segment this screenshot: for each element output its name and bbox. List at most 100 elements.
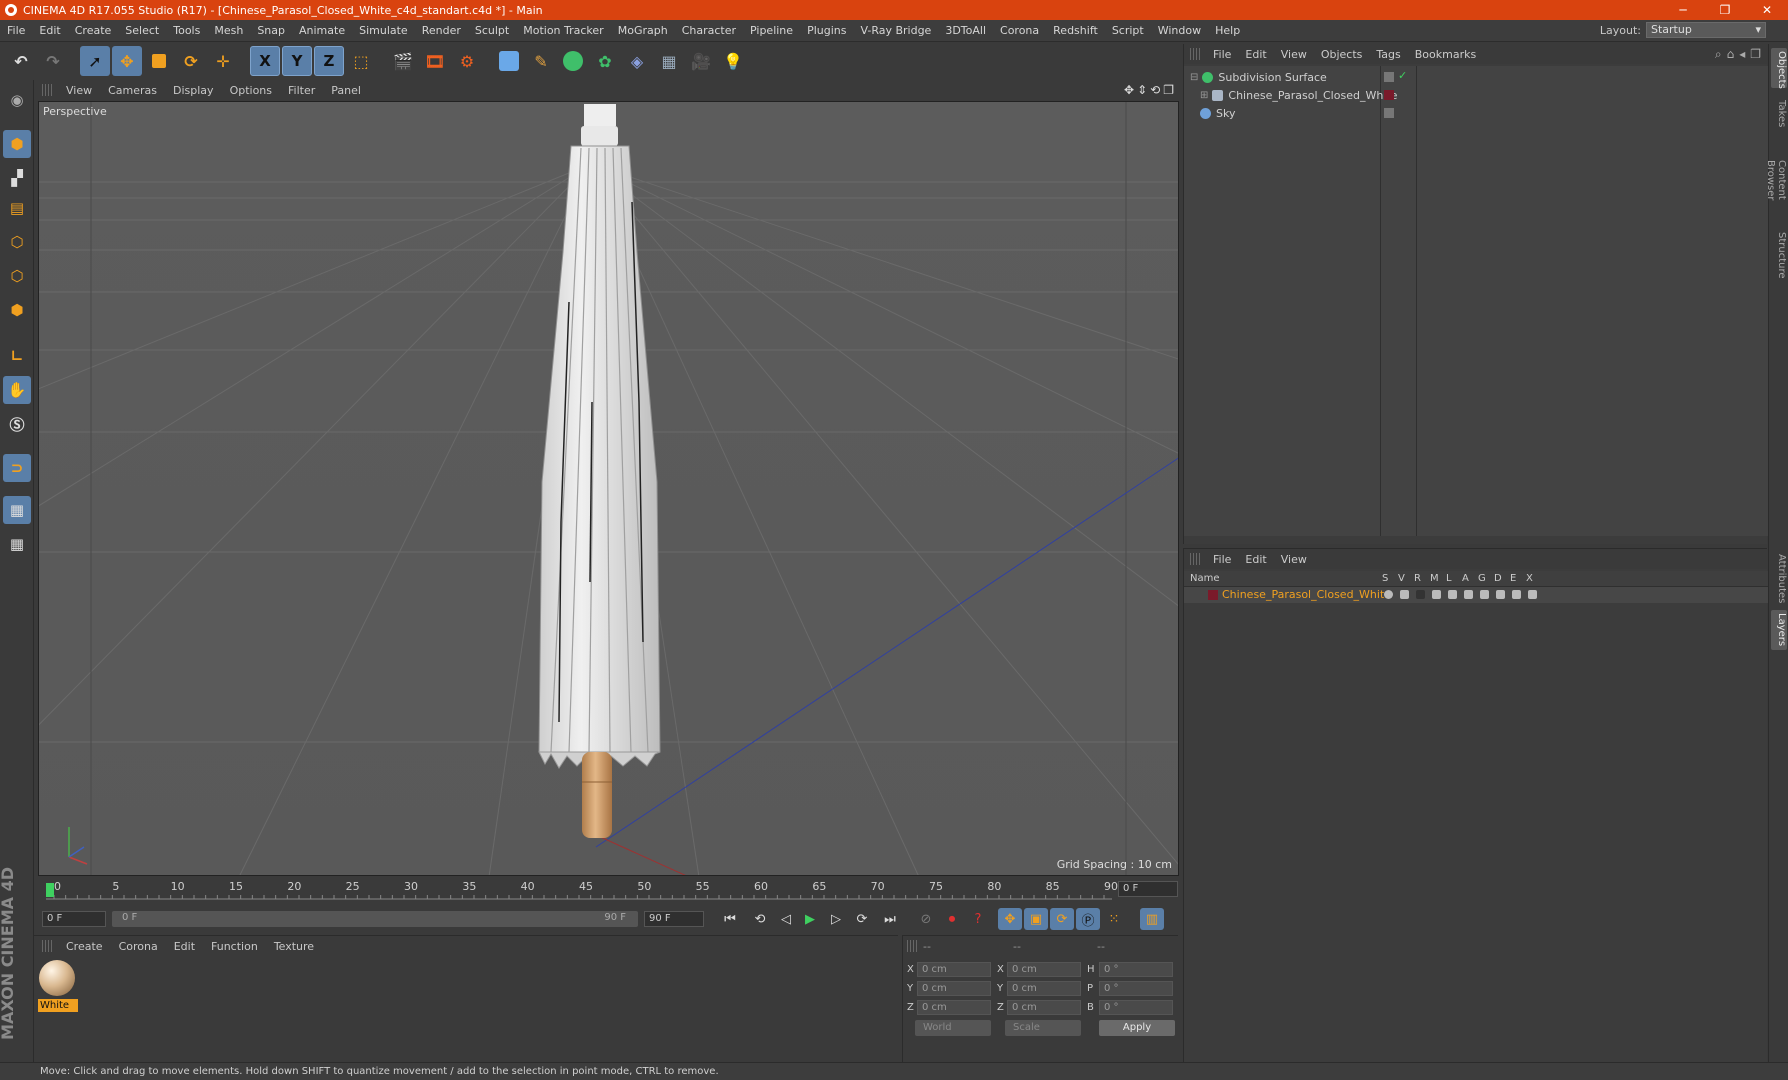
panel-grip-icon[interactable] bbox=[42, 940, 52, 952]
viewport-menu-options[interactable]: Options bbox=[222, 84, 280, 97]
layout-dropdown[interactable]: Startup bbox=[1646, 22, 1766, 38]
undo-icon[interactable]: ↶ bbox=[6, 46, 36, 76]
rotation-h-field[interactable]: 0 ° bbox=[1099, 962, 1173, 977]
menu-redshift[interactable]: Redshift bbox=[1046, 24, 1105, 37]
manager-icon[interactable] bbox=[1432, 590, 1441, 599]
select-icon[interactable]: ➚ bbox=[80, 46, 110, 76]
render-settings-icon[interactable]: ⚙ bbox=[452, 46, 482, 76]
tab-objects[interactable]: Objects bbox=[1771, 48, 1787, 89]
panel-grip-icon[interactable] bbox=[42, 84, 52, 96]
next-frame-icon[interactable]: ▷ bbox=[824, 908, 848, 930]
layer-color-icon[interactable] bbox=[1384, 90, 1394, 100]
viewport-menu-cameras[interactable]: Cameras bbox=[100, 84, 165, 97]
key-pla-icon[interactable]: ⁙ bbox=[1102, 908, 1126, 930]
menu-create[interactable]: Create bbox=[68, 24, 119, 37]
layer-col-d[interactable]: D bbox=[1494, 573, 1502, 584]
layer-menu-view[interactable]: View bbox=[1274, 553, 1314, 566]
tab-structure[interactable]: Structure bbox=[1771, 228, 1787, 282]
material-menu-corona[interactable]: Corona bbox=[111, 940, 166, 953]
home-icon[interactable]: ⌂ bbox=[1727, 47, 1735, 62]
menu-sculpt[interactable]: Sculpt bbox=[468, 24, 516, 37]
layer-col-e[interactable]: E bbox=[1510, 573, 1516, 584]
redo-icon[interactable]: ↷ bbox=[38, 46, 68, 76]
magnet-icon[interactable]: ⊃ bbox=[3, 454, 31, 482]
apply-button[interactable]: Apply bbox=[1099, 1020, 1175, 1036]
visible-icon[interactable] bbox=[1400, 590, 1409, 599]
material-menu-function[interactable]: Function bbox=[203, 940, 266, 953]
material-name-label[interactable]: White bbox=[38, 999, 78, 1012]
next-key-icon[interactable]: ⟳ bbox=[850, 908, 874, 930]
viewport-menu-view[interactable]: View bbox=[58, 84, 100, 97]
menu-help[interactable]: Help bbox=[1208, 24, 1247, 37]
material-menu-create[interactable]: Create bbox=[58, 940, 111, 953]
current-frame-field[interactable]: 0 F bbox=[1118, 881, 1178, 897]
record-off-icon[interactable]: ⊘ bbox=[914, 908, 938, 930]
menu-script[interactable]: Script bbox=[1105, 24, 1151, 37]
subdivision-icon[interactable] bbox=[558, 46, 588, 76]
minimize-button[interactable]: ─ bbox=[1662, 0, 1704, 20]
size-y-field[interactable]: 0 cm bbox=[1007, 981, 1081, 996]
enabled-check-icon[interactable]: ✓ bbox=[1398, 69, 1407, 82]
object-menu-objects[interactable]: Objects bbox=[1314, 48, 1370, 61]
menu-snap[interactable]: Snap bbox=[250, 24, 292, 37]
render-icon[interactable] bbox=[1416, 590, 1425, 599]
scale-icon[interactable] bbox=[144, 46, 174, 76]
menu-tools[interactable]: Tools bbox=[166, 24, 207, 37]
xrefs-icon[interactable] bbox=[1528, 590, 1537, 599]
menu-mograph[interactable]: MoGraph bbox=[611, 24, 675, 37]
timeline-ruler[interactable]: 0 5 10 15 20 25 30 35 40 45 50 55 60 65 70 75 80 85 90 0 F bbox=[38, 878, 1178, 902]
x-axis-button[interactable]: X bbox=[250, 46, 280, 76]
expressions-icon[interactable] bbox=[1512, 590, 1521, 599]
snap-icon[interactable]: Ⓢ bbox=[3, 410, 31, 438]
tab-attributes[interactable]: Attributes bbox=[1771, 550, 1787, 608]
object-row-subdivision-surface[interactable]: ⊟ Subdivision Surface ✓ bbox=[1184, 68, 1768, 86]
viewport-menu-panel[interactable]: Panel bbox=[323, 84, 369, 97]
menu-edit[interactable]: Edit bbox=[32, 24, 67, 37]
zoom-icon[interactable]: ⇕ bbox=[1137, 83, 1147, 97]
layer-col-a[interactable]: A bbox=[1462, 573, 1469, 584]
layer-color-swatch[interactable] bbox=[1208, 590, 1218, 600]
model-mode-icon[interactable]: ⬢ bbox=[3, 130, 31, 158]
pan-icon[interactable]: ✥ bbox=[1124, 83, 1134, 97]
panel-grip-icon[interactable] bbox=[1190, 48, 1200, 60]
coordinate-space-dropdown[interactable]: World bbox=[915, 1020, 991, 1036]
material-menu-edit[interactable]: Edit bbox=[166, 940, 203, 953]
key-scale-icon[interactable]: ▣ bbox=[1024, 908, 1048, 930]
solo-icon[interactable] bbox=[1384, 590, 1393, 599]
previous-frame-icon[interactable]: ◁ bbox=[774, 908, 798, 930]
position-x-field[interactable]: 0 cm bbox=[917, 962, 991, 977]
layer-menu-edit[interactable]: Edit bbox=[1238, 553, 1273, 566]
menu-3dtoall[interactable]: 3DToAll bbox=[938, 24, 993, 37]
layer-col-x[interactable]: X bbox=[1526, 573, 1533, 584]
panel-grip-icon[interactable] bbox=[1190, 553, 1200, 565]
autokey-icon[interactable]: ? bbox=[966, 908, 990, 930]
key-rotation-icon[interactable]: ⟳ bbox=[1050, 908, 1074, 930]
back-icon[interactable]: ◂ bbox=[1739, 47, 1745, 62]
layer-name[interactable]: Chinese_Parasol_Closed_White bbox=[1222, 588, 1391, 601]
menu-select[interactable]: Select bbox=[118, 24, 166, 37]
move-icon[interactable]: ✥ bbox=[112, 46, 142, 76]
render-view-icon[interactable]: 🎬 bbox=[388, 46, 418, 76]
animation-icon[interactable] bbox=[1464, 590, 1473, 599]
layer-tag-icon[interactable] bbox=[1384, 108, 1394, 118]
search-icon[interactable]: ⌕ bbox=[1715, 47, 1722, 62]
tab-content-browser[interactable]: Content Browser bbox=[1765, 138, 1787, 222]
array-icon[interactable]: ✿ bbox=[590, 46, 620, 76]
rotation-b-field[interactable]: 0 ° bbox=[1099, 1000, 1173, 1015]
layer-col-l[interactable]: L bbox=[1446, 573, 1452, 584]
record-icon[interactable]: ⏺ bbox=[940, 908, 964, 930]
object-row-sky[interactable]: Sky bbox=[1184, 104, 1768, 122]
menu-mesh[interactable]: Mesh bbox=[207, 24, 250, 37]
object-menu-tags[interactable]: Tags bbox=[1369, 48, 1407, 61]
object-menu-bookmarks[interactable]: Bookmarks bbox=[1408, 48, 1483, 61]
object-menu-file[interactable]: File bbox=[1206, 48, 1238, 61]
points-mode-icon[interactable]: ⬡ bbox=[3, 228, 31, 256]
layer-col-g[interactable]: G bbox=[1478, 573, 1486, 584]
previous-key-icon[interactable]: ⟲ bbox=[748, 908, 772, 930]
toggle-layout-icon[interactable]: ❐ bbox=[1163, 83, 1174, 97]
pen-icon[interactable]: ✎ bbox=[526, 46, 556, 76]
tweak-mode-icon[interactable]: ✋ bbox=[3, 376, 31, 404]
world-coord-icon[interactable]: ⬚ bbox=[346, 46, 376, 76]
menu-animate[interactable]: Animate bbox=[292, 24, 352, 37]
layer-col-name[interactable]: Name bbox=[1190, 573, 1220, 584]
